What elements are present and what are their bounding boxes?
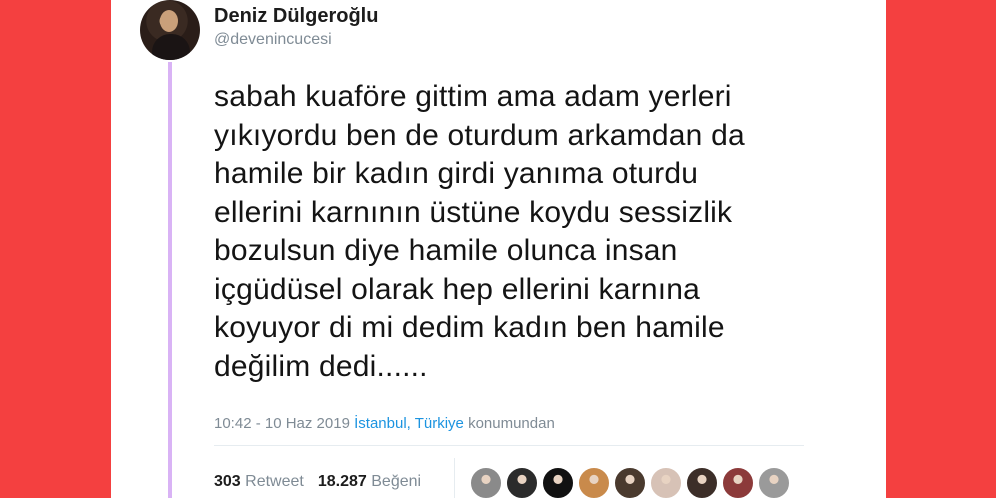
tweet-text-line: sabah kuaföre gittim ama adam yerleri [214,80,732,113]
author-avatar[interactable] [140,0,200,60]
liker-avatar[interactable] [542,467,574,499]
thread-line [168,62,172,498]
tweet-meta: 10:42 - 10 Haz 2019 İstanbul, Türkiye ko… [214,415,555,432]
like-stat[interactable]: 18.287 Beğeni [318,473,421,490]
retweet-label: Retweet [245,473,304,490]
tweet-timestamp[interactable]: 10:42 - 10 Haz 2019 [214,415,350,432]
author-handle[interactable]: @devenincucesi [214,31,332,49]
left-red-panel [0,0,111,498]
stats-separator [454,458,455,498]
liker-avatar[interactable] [578,467,610,499]
liker-avatar[interactable] [614,467,646,499]
liker-avatar[interactable] [686,467,718,499]
right-red-panel [886,0,996,498]
retweet-count: 303 [214,473,241,490]
avatar-face [160,10,178,32]
tweet-text-line: değilim dedi...... [214,349,428,383]
meta-divider [214,445,804,446]
liker-avatar[interactable] [470,467,502,499]
engagement-stats: 303 Retweet 18.287 Beğeni [214,473,421,491]
liker-avatar[interactable] [650,467,682,499]
tweet-text-line: koyuyor di mi dedim kadın ben hamile [214,311,725,344]
liker-avatar[interactable] [758,467,790,499]
retweet-stat[interactable]: 303 Retweet [214,473,304,490]
tweet-location-link[interactable]: İstanbul, Türkiye [354,415,464,432]
author-name[interactable]: Deniz Dülgeroğlu [214,5,378,28]
tweet-text-line: yıkıyordu ben de oturdum arkamdan da [214,118,745,152]
like-label: Beğeni [371,473,422,490]
tweet-text-line: içgüdüsel olarak hep ellerini karnına [214,272,701,306]
like-count: 18.287 [317,473,367,490]
tweet-text-line: hamile bir kadın girdi yanıma oturdu [214,157,699,190]
tweet-location-suffix: konumundan [468,415,555,432]
tweet-text-line: bozulsun diye hamile olunca insan [214,234,678,267]
liker-avatar[interactable] [722,467,754,499]
avatar-body [152,34,190,60]
tweet-text: sabah kuaföre gittim ama adam yerleri yı… [214,78,854,386]
liker-avatar[interactable] [506,467,538,499]
tweet-text-line: ellerini karnının üstüne koydu sessizlik [214,195,733,229]
